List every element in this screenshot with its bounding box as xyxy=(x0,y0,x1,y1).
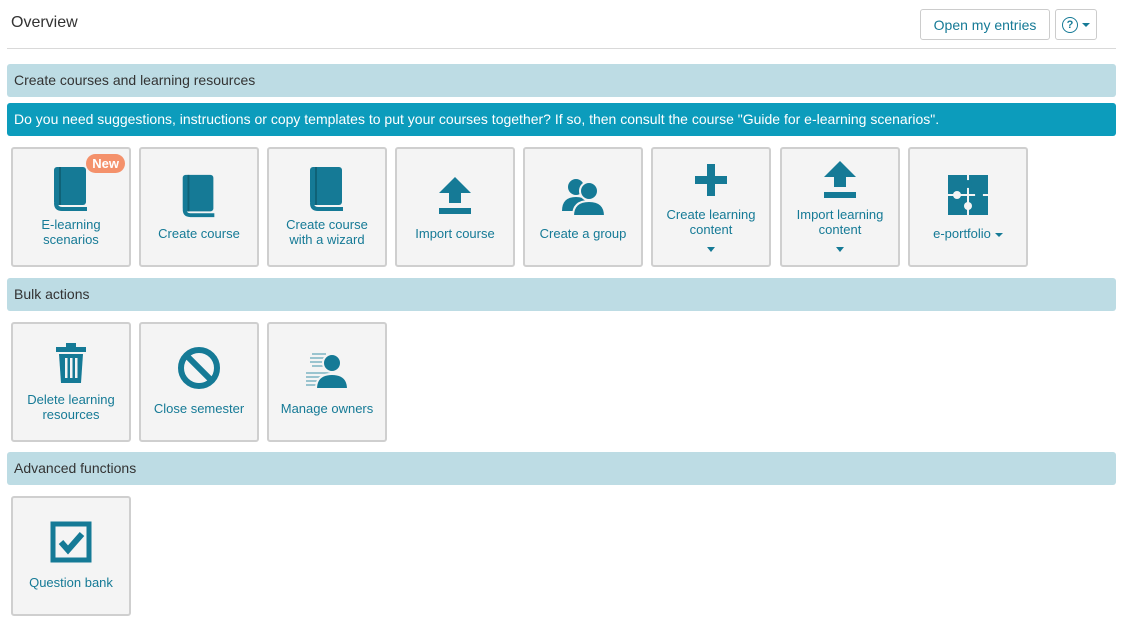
tile-delete-learning-resources[interactable]: Delete learning resources xyxy=(11,322,131,442)
caret-down-icon xyxy=(707,247,715,252)
tile-create-course[interactable]: Create course xyxy=(139,147,259,267)
header-divider xyxy=(7,48,1116,49)
tile-label-line2: with a wizard xyxy=(289,232,365,247)
tile-label: Create a group xyxy=(539,226,627,241)
book-icon xyxy=(310,167,343,211)
tile-manage-owners[interactable]: Manage owners xyxy=(267,322,387,442)
tile-label: Create course xyxy=(158,226,240,241)
tile-elearning-scenarios[interactable]: New E-learning scenarios xyxy=(11,147,131,267)
upload-icon xyxy=(824,161,856,198)
trash-icon xyxy=(56,343,86,383)
tile-label: Import course xyxy=(415,226,495,241)
section-header-bulk: Bulk actions xyxy=(7,278,1116,311)
new-badge: New xyxy=(86,154,125,173)
tile-eportfolio[interactable]: e-portfolio xyxy=(908,147,1028,267)
info-banner: Do you need suggestions, instructions or… xyxy=(7,103,1116,136)
upload-icon xyxy=(439,177,471,214)
tile-close-semester[interactable]: Close semester xyxy=(139,322,259,442)
tile-label: Close semester xyxy=(153,401,245,416)
tile-label-line1: Create learning xyxy=(666,207,756,222)
section-header-create: Create courses and learning resources xyxy=(7,64,1116,97)
book-icon xyxy=(182,174,215,218)
tile-label-line1: Create course xyxy=(286,217,368,232)
page-title: Overview xyxy=(11,14,78,31)
tile-label: e-portfolio xyxy=(933,226,991,241)
tile-label-line1: Import learning xyxy=(796,207,884,222)
ban-icon xyxy=(178,347,220,389)
tile-label: Manage owners xyxy=(280,401,374,416)
caret-down-icon xyxy=(1082,22,1090,27)
tile-label-line1: Delete learning xyxy=(27,392,115,407)
tile-label-line2: content xyxy=(818,222,862,237)
tile-create-course-wizard[interactable]: Create course with a wizard xyxy=(267,147,387,267)
open-my-entries-button[interactable]: Open my entries xyxy=(920,9,1050,40)
checkbox-icon xyxy=(50,521,92,563)
tile-label: Question bank xyxy=(29,575,113,590)
tile-label-line2: content xyxy=(689,222,733,237)
caret-down-icon xyxy=(994,232,1003,237)
plus-icon xyxy=(695,164,727,196)
help-dropdown-button[interactable]: ? xyxy=(1055,9,1097,40)
caret-down-icon xyxy=(836,247,844,252)
tile-import-course[interactable]: Import course xyxy=(395,147,515,267)
help-circle-icon: ? xyxy=(1062,16,1078,33)
tile-label-line2: scenarios xyxy=(43,232,99,247)
puzzle-icon xyxy=(948,175,988,215)
tile-create-learning-content[interactable]: Create learning content xyxy=(651,147,771,267)
tile-question-bank[interactable]: Question bank xyxy=(11,496,131,616)
tile-import-learning-content[interactable]: Import learning content xyxy=(780,147,900,267)
section-header-advanced: Advanced functions xyxy=(7,452,1116,485)
tile-label-line1: E-learning xyxy=(41,217,101,232)
group-icon xyxy=(562,179,606,217)
book-icon xyxy=(54,167,87,211)
owners-icon xyxy=(306,353,350,390)
tile-label-line2: resources xyxy=(42,407,100,422)
tile-create-group[interactable]: Create a group xyxy=(523,147,643,267)
